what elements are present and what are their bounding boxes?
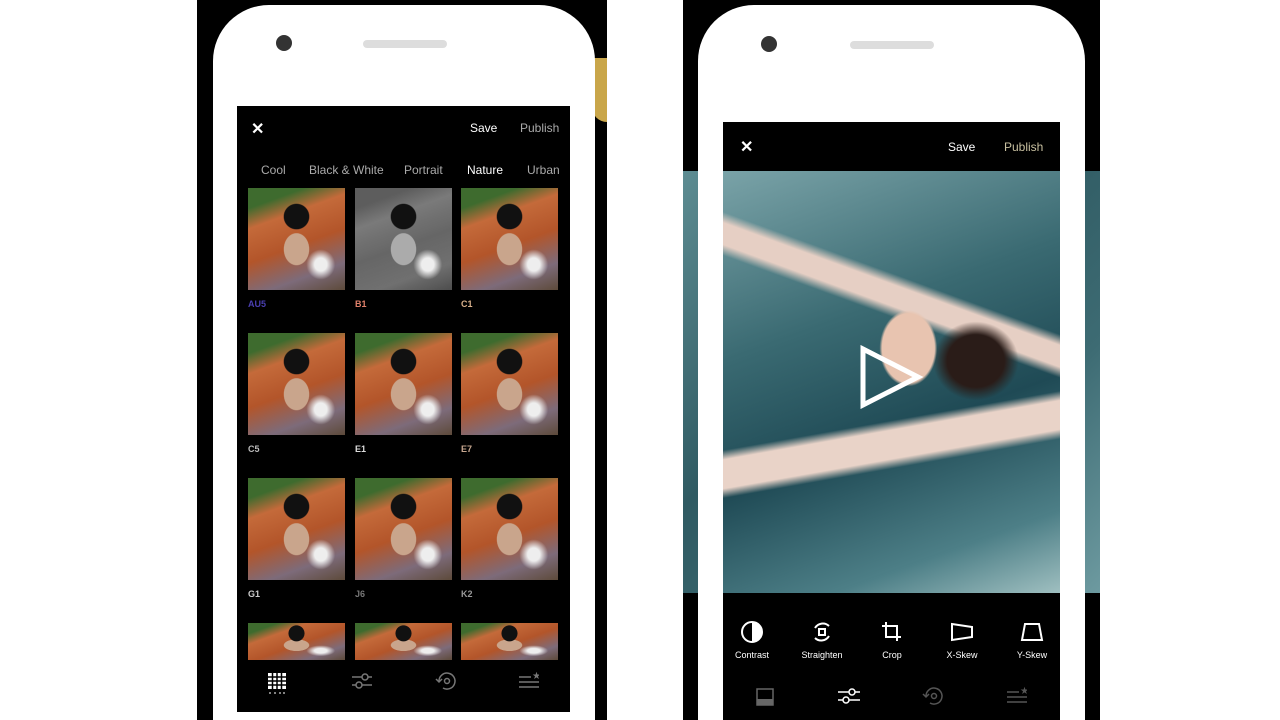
camera [276, 35, 292, 51]
preset-thumbnail[interactable] [355, 333, 452, 435]
preset-thumbnail[interactable] [248, 623, 345, 660]
tool-y-skew[interactable]: Y-Skew [1002, 620, 1062, 660]
svg-text:★: ★ [532, 671, 539, 682]
tab-portrait[interactable]: Portrait [404, 163, 443, 177]
tool-crop[interactable]: Crop [862, 620, 922, 660]
preset-thumbnail[interactable] [355, 188, 452, 290]
preset-thumbnail[interactable] [355, 478, 452, 580]
tool-label: Contrast [734, 650, 769, 660]
tool-label: Y-Skew [1016, 650, 1048, 660]
preset-thumbnail[interactable] [248, 188, 345, 290]
tool-straighten[interactable]: Straighten [792, 620, 852, 660]
preset-label: C1 [461, 299, 473, 309]
recipes-icon[interactable]: ★ [519, 671, 541, 694]
tool-x-skew[interactable]: X-Skew [932, 620, 992, 660]
sliders-icon[interactable] [352, 673, 372, 694]
history-icon[interactable] [922, 686, 944, 711]
history-icon[interactable] [435, 671, 457, 696]
preset-label: K2 [461, 589, 473, 599]
save-button[interactable]: Save [470, 121, 497, 135]
x-skew-icon [951, 622, 973, 642]
preset-thumbnail[interactable] [248, 478, 345, 580]
tool-label: Straighten [801, 650, 843, 660]
preset-thumbnail[interactable] [248, 333, 345, 435]
camera [761, 36, 777, 52]
tab-nature[interactable]: Nature [467, 163, 503, 177]
y-skew-icon [1020, 623, 1044, 641]
tab-black-white[interactable]: Black & White [309, 163, 384, 177]
preset-label: E1 [355, 444, 367, 454]
svg-text:★: ★ [1020, 686, 1027, 697]
close-icon[interactable]: ✕ [740, 137, 753, 157]
grid-icon[interactable] [268, 673, 286, 700]
crop-icon [882, 622, 901, 641]
tab-urban[interactable]: Urban [527, 163, 560, 177]
tab-cool[interactable]: Cool [261, 163, 286, 177]
speaker [363, 40, 447, 48]
publish-button[interactable]: Publish [520, 121, 559, 135]
tool-label: Crop [882, 650, 902, 660]
image-icon[interactable] [756, 688, 774, 711]
preset-label: C5 [248, 444, 260, 454]
close-icon[interactable]: ✕ [251, 119, 264, 139]
preset-label: E7 [461, 444, 473, 454]
play-icon[interactable] [858, 344, 924, 414]
recipes-icon[interactable]: ★ [1007, 686, 1029, 709]
tool-label: X-Skew [946, 650, 978, 660]
speaker [850, 41, 934, 49]
preset-label: G1 [248, 589, 261, 599]
preset-label: J6 [355, 589, 366, 599]
straighten-icon [814, 622, 830, 642]
preset-thumbnail[interactable] [461, 623, 558, 660]
publish-button[interactable]: Publish [1004, 140, 1043, 154]
preset-thumbnail[interactable] [461, 188, 558, 290]
tool-contrast[interactable]: Contrast [722, 620, 782, 660]
preset-thumbnail[interactable] [461, 478, 558, 580]
preset-label: AU5 [248, 299, 267, 309]
sliders-icon[interactable] [838, 688, 860, 709]
preset-label: B1 [355, 299, 367, 309]
save-button[interactable]: Save [948, 140, 975, 154]
preset-thumbnail[interactable] [461, 333, 558, 435]
preset-thumbnail[interactable] [355, 623, 452, 660]
contrast-icon [741, 621, 763, 643]
